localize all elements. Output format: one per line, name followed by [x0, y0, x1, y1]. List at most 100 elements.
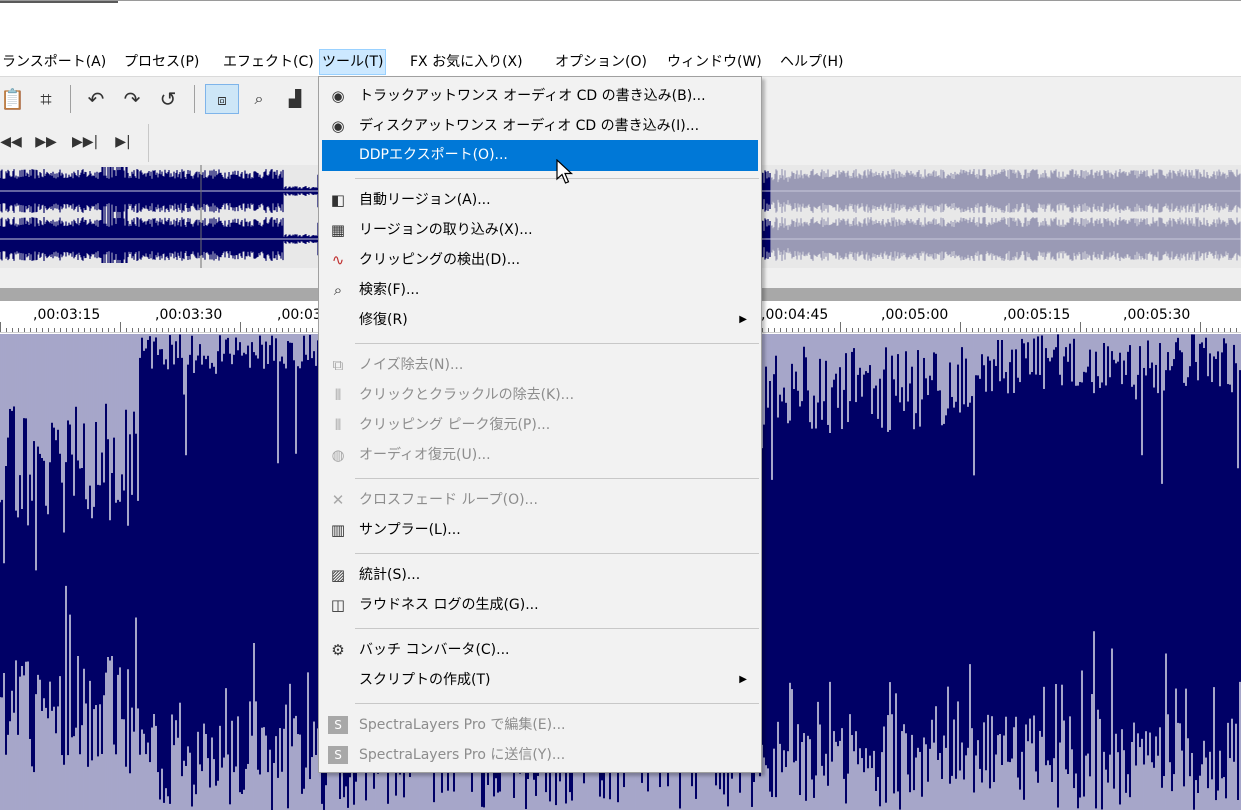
ruler-tick	[1176, 328, 1177, 332]
menu-item-track-at-once[interactable]: ◉ トラックアットワンス オーディオ CD の書き込み(B)...	[319, 81, 761, 111]
crop-icon[interactable]: ⌗	[34, 84, 58, 114]
next-marker-icon[interactable]: ▶|	[112, 127, 134, 157]
ruler-tick	[1020, 328, 1021, 332]
ruler-tick	[1032, 328, 1033, 332]
menu-bar: ランスポート(A) プロセス(P) エフェクト(C) ツール(T) FX お気に…	[0, 47, 1241, 76]
menu-item-audio-restore[interactable]: ◍ オーディオ復元(U)...	[319, 440, 761, 470]
zoom-icon[interactable]: ⌕	[246, 84, 272, 114]
ruler-tick	[774, 328, 775, 332]
menu-item-label: 自動リージョン(A)...	[359, 192, 491, 208]
menu-process[interactable]: プロセス(P)	[122, 49, 201, 75]
menu-separator	[355, 628, 759, 629]
menu-fx-favorites[interactable]: FX お気に入り(X)	[408, 49, 525, 75]
menu-item-batch-converter[interactable]: ⚙ バッチ コンバータ(C)...	[319, 635, 761, 665]
menu-item-script[interactable]: スクリプトの作成(T) ▶	[319, 665, 761, 695]
menu-item-region-import[interactable]: ▦ リージョンの取り込み(X)...	[319, 215, 761, 245]
menu-tools[interactable]: ツール(T)	[319, 49, 387, 75]
ruler-label: ,00:05:15	[1003, 307, 1071, 323]
ruler-tick	[144, 328, 145, 332]
toolbar-divider	[194, 85, 195, 113]
menu-item-loudness-log[interactable]: ◫ ラウドネス ログの生成(G)...	[319, 590, 761, 620]
menu-item-disc-at-once[interactable]: ◉ ディスクアットワンス オーディオ CD の書き込み(I)...	[319, 111, 761, 141]
ruler-tick	[780, 328, 781, 332]
search-icon: ⌕	[333, 281, 343, 299]
title-accent	[0, 1, 118, 3]
ruler-tick	[24, 328, 25, 332]
paste-icon[interactable]: 📋	[0, 84, 25, 114]
ruler-tick	[924, 328, 925, 332]
ruler-tick	[138, 328, 139, 332]
ruler-tick	[870, 328, 871, 332]
menu-item-repair[interactable]: 修復(R) ▶	[319, 305, 761, 335]
ruler-tick	[1026, 328, 1027, 332]
ruler-tick	[948, 328, 949, 332]
ruler-tick	[996, 328, 997, 332]
ruler-tick	[906, 328, 907, 332]
trim-icon[interactable]: ⧈	[205, 84, 239, 114]
ruler-tick	[1170, 328, 1171, 332]
fast-forward-icon[interactable]: ▶▶	[34, 127, 58, 157]
go-to-end-icon[interactable]: ▶▶|	[72, 127, 98, 157]
menu-item-spectralayers-send[interactable]: S SpectraLayers Pro に送信(Y)...	[319, 740, 761, 770]
undo-icon[interactable]: ↶	[84, 84, 108, 114]
ruler-tick	[132, 328, 133, 332]
ruler-tick	[918, 328, 919, 332]
repeat-icon[interactable]: ↺	[156, 84, 180, 114]
ruler-tick	[930, 328, 931, 332]
cd-burn-disc-icon: ◉	[331, 117, 345, 135]
ruler-tick	[804, 328, 805, 332]
ruler-tick	[912, 328, 913, 332]
ruler-tick	[822, 328, 823, 332]
ruler-tick	[216, 328, 217, 332]
menu-item-label: DDPエクスポート(O)...	[359, 147, 508, 163]
ruler-tick	[1122, 328, 1123, 332]
ruler-tick	[1086, 328, 1087, 332]
ruler-tick	[954, 328, 955, 332]
ruler-tick	[1152, 328, 1153, 332]
menu-item-clip-detect[interactable]: ∿ クリッピングの検出(D)...	[319, 245, 761, 275]
ruler-tick	[984, 328, 985, 332]
ruler-tick	[42, 328, 43, 332]
ruler-tick	[762, 328, 763, 332]
ruler-tick	[30, 328, 31, 332]
menu-item-label: 修復(R)	[359, 312, 408, 328]
menu-item-click-removal[interactable]: ⦀ クリックとクラックルの除去(K)...	[319, 380, 761, 410]
menu-item-spectralayers-edit[interactable]: S SpectraLayers Pro で編集(E)...	[319, 710, 761, 740]
menu-item-clip-restore[interactable]: ⦀ クリッピング ピーク復元(P)...	[319, 410, 761, 440]
menu-item-label: SpectraLayers Pro に送信(Y)...	[359, 747, 566, 763]
menu-effects[interactable]: エフェクト(C)	[221, 49, 316, 75]
ruler-tick	[90, 328, 91, 332]
menu-options[interactable]: オプション(O)	[553, 49, 649, 75]
menu-transport[interactable]: ランスポート(A)	[0, 49, 108, 75]
ruler-tick	[936, 328, 937, 332]
ruler-tick	[888, 328, 889, 332]
ruler-tick	[1236, 328, 1237, 332]
menu-item-noise-reduction[interactable]: ⧉ ノイズ除去(N)...	[319, 350, 761, 380]
menu-item-search[interactable]: ⌕ 検索(F)...	[319, 275, 761, 305]
menu-item-ddp-export[interactable]: DDPエクスポート(O)...	[322, 140, 758, 171]
menu-item-label: クリックとクラックルの除去(K)...	[359, 387, 575, 403]
level-icon[interactable]: ▟	[282, 84, 308, 114]
ruler-tick	[12, 328, 13, 332]
menu-item-crossfade-loop[interactable]: ✕ クロスフェード ループ(O)...	[319, 485, 761, 515]
menu-help[interactable]: ヘルプ(H)	[778, 49, 845, 75]
menu-item-statistics[interactable]: ▨ 統計(S)...	[319, 560, 761, 590]
ruler-tick	[192, 328, 193, 332]
ruler-tick	[1146, 328, 1147, 332]
menu-window[interactable]: ウィンドウ(W)	[665, 49, 764, 75]
ruler-tick	[1182, 328, 1183, 332]
ruler-tick	[282, 328, 283, 332]
ruler-tick	[1218, 328, 1219, 332]
ruler-tick	[252, 328, 253, 332]
ruler-tick	[1110, 328, 1111, 332]
menu-item-sampler[interactable]: ▥ サンプラー(L)...	[319, 515, 761, 545]
ruler-tick	[786, 328, 787, 332]
menu-item-label: ディスクアットワンス オーディオ CD の書き込み(I)...	[359, 118, 700, 134]
auto-region-icon: ◧	[330, 191, 346, 209]
ruler-tick	[1212, 328, 1213, 332]
menu-item-auto-region[interactable]: ◧ 自動リージョン(A)...	[319, 185, 761, 215]
menu-item-label: スクリプトの作成(T)	[359, 672, 491, 688]
rewind-icon[interactable]: ◀◀	[0, 127, 22, 157]
redo-icon[interactable]: ↷	[120, 84, 144, 114]
ruler-tick	[1134, 328, 1135, 332]
